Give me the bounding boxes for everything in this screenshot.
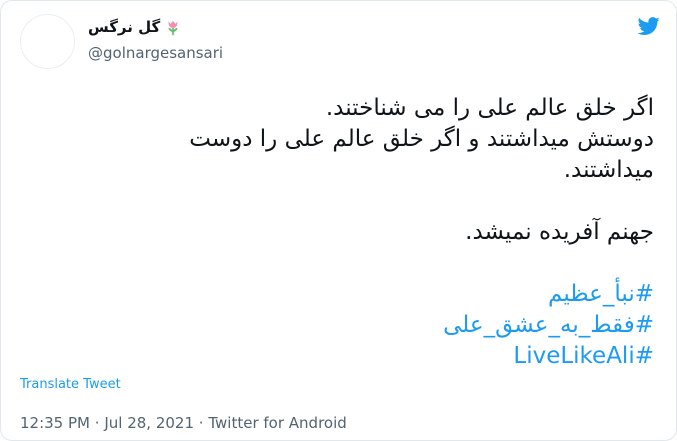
meta-separator: · — [94, 414, 100, 432]
author-handle[interactable]: @golnargesansari — [88, 44, 223, 62]
tweet-meta: 12:35 PM · Jul 28, 2021 · Twitter for An… — [20, 414, 347, 432]
tweet-source[interactable]: Twitter for Android — [208, 414, 346, 432]
display-name-text[interactable]: گل نرگس — [88, 18, 160, 36]
hashtag-link[interactable]: #LiveLikeAli — [54, 341, 654, 372]
tulip-icon — [168, 20, 178, 36]
tweet-date[interactable]: Jul 28, 2021 — [104, 414, 194, 432]
hashtag-link[interactable]: #نبأ_عظیم — [54, 279, 654, 310]
tweet-line: دوستش میداشتند و اگر خلق عالم علی را دوس… — [189, 126, 654, 152]
tweet-card: گل نرگس @golnargesansari اگر خلق عالم عل… — [0, 0, 677, 441]
hashtag-link[interactable]: #فقط_به_عشق_علی — [54, 310, 654, 341]
tweet-line: اگر خلق عالم علی را می شناختند. — [325, 95, 654, 121]
meta-separator: · — [198, 414, 204, 432]
author-name[interactable]: گل نرگس — [88, 18, 182, 36]
tweet-line: جهنم آفریده نمیشد. — [465, 219, 654, 245]
tweet-text: اگر خلق عالم علی را می شناختند. دوستش می… — [54, 93, 654, 372]
twitter-bird-icon[interactable] — [638, 15, 660, 37]
avatar[interactable] — [20, 14, 75, 69]
tweet-time[interactable]: 12:35 PM — [20, 414, 90, 432]
tweet-line: میداشتند. — [563, 157, 654, 183]
translate-tweet-link[interactable]: Translate Tweet — [20, 377, 121, 392]
